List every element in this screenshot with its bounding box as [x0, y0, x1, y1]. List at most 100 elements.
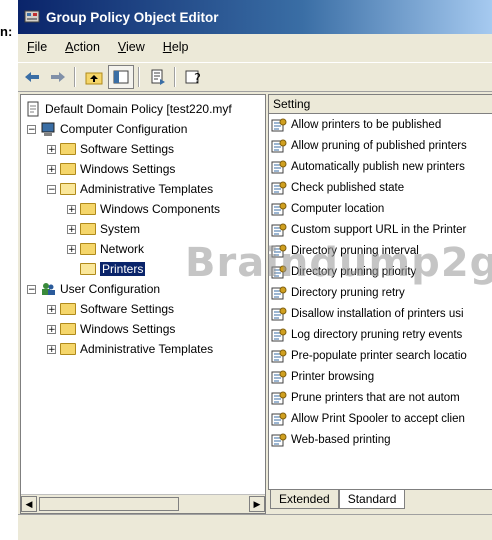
expand-icon[interactable]: +	[47, 324, 56, 334]
setting-label: Computer location	[291, 202, 385, 215]
gpo-app-icon	[24, 8, 40, 27]
setting-label: Allow printers to be published	[291, 118, 442, 131]
list-item[interactable]: Log directory pruning retry events	[269, 324, 492, 345]
folder-icon	[60, 343, 76, 355]
console-tree[interactable]: Default Domain Policy [test220.myf − Com…	[20, 94, 266, 514]
tree-item-cc-windows-settings[interactable]: + Windows Settings	[47, 159, 175, 179]
expand-icon[interactable]: +	[47, 144, 56, 154]
tree-label: Software Settings	[80, 142, 175, 156]
policy-setting-icon	[271, 160, 287, 173]
folder-icon	[80, 223, 96, 235]
folder-icon	[80, 243, 96, 255]
folder-icon	[60, 303, 76, 315]
forward-button[interactable]	[46, 66, 70, 88]
settings-list[interactable]: Setting Allow printers to be published Al…	[268, 94, 492, 490]
help-button[interactable]: ?	[182, 66, 206, 88]
menu-action[interactable]: Action	[56, 40, 109, 54]
policy-setting-icon	[271, 433, 287, 446]
export-list-icon	[151, 69, 165, 85]
tree-item-uc-administrative-templates[interactable]: + Administrative Templates	[47, 339, 213, 359]
tree-item-user-configuration[interactable]: − User Configuration	[27, 279, 160, 299]
expand-icon[interactable]: +	[67, 204, 76, 214]
tree-item-system[interactable]: + System	[67, 219, 140, 239]
tree-label: Default Domain Policy [test220.myf	[45, 102, 232, 116]
menu-file[interactable]: File	[18, 40, 56, 54]
expand-icon[interactable]: +	[67, 244, 76, 254]
tree-item-cc-software-settings[interactable]: + Software Settings	[47, 139, 174, 159]
collapse-icon[interactable]: −	[27, 124, 36, 134]
collapse-icon[interactable]: −	[47, 184, 56, 194]
tree-horizontal-scrollbar[interactable]: ◀ ▶	[21, 494, 265, 513]
users-icon	[42, 283, 55, 295]
list-item[interactable]: Directory pruning retry	[269, 282, 492, 303]
list-item[interactable]: Allow Print Spooler to accept clien	[269, 408, 492, 429]
scroll-thumb[interactable]	[39, 497, 179, 511]
list-item[interactable]: Computer location	[269, 198, 492, 219]
list-item[interactable]: Pre-populate printer search locatio	[269, 345, 492, 366]
forward-icon	[51, 72, 65, 82]
tree-item-computer-configuration[interactable]: − Computer Configuration	[27, 119, 187, 139]
list-item[interactable]: Disallow installation of printers usi	[269, 303, 492, 324]
svg-text:?: ?	[194, 72, 201, 85]
list-item[interactable]: Prune printers that are not autom	[269, 387, 492, 408]
menu-bar: File Action View Help	[18, 34, 492, 60]
policy-setting-icon	[271, 328, 287, 341]
expand-icon[interactable]: +	[47, 344, 56, 354]
tree-item-root[interactable]: Default Domain Policy [test220.myf	[25, 99, 232, 119]
policy-setting-icon	[271, 391, 287, 404]
list-item[interactable]: Automatically publish new printers	[269, 156, 492, 177]
menu-help[interactable]: Help	[154, 40, 198, 54]
show-hide-tree-icon	[113, 70, 129, 84]
tree-item-network[interactable]: + Network	[67, 239, 144, 259]
tree-item-printers[interactable]: Printers	[80, 259, 146, 279]
tree-item-windows-components[interactable]: + Windows Components	[67, 199, 220, 219]
computer-icon	[41, 122, 55, 136]
stray-caption-text: n:	[0, 24, 13, 39]
setting-label: Allow pruning of published printers	[291, 139, 467, 152]
export-list-button[interactable]	[146, 66, 170, 88]
tree-item-cc-administrative-templates[interactable]: − Administrative Templates	[47, 179, 213, 199]
back-icon	[25, 72, 39, 82]
show-hide-tree-button[interactable]	[108, 65, 134, 89]
list-item[interactable]: Web-based printing	[269, 429, 492, 450]
policy-setting-icon	[271, 307, 287, 320]
list-item[interactable]: Directory pruning priority	[269, 261, 492, 282]
setting-label: Automatically publish new printers	[291, 160, 465, 173]
menu-label-rest: iew	[126, 40, 145, 54]
list-item[interactable]: Directory pruning interval	[269, 240, 492, 261]
list-item[interactable]: Allow pruning of published printers	[269, 135, 492, 156]
column-header-setting[interactable]: Setting	[269, 95, 492, 114]
tree-label: Windows Settings	[80, 162, 176, 176]
tree-label: Administrative Templates	[80, 182, 214, 196]
menu-label-rest: elp	[171, 40, 189, 54]
tab-standard[interactable]: Standard	[338, 490, 406, 509]
policy-setting-icon	[271, 265, 287, 278]
list-item[interactable]: Custom support URL in the Printer	[269, 219, 492, 240]
back-button[interactable]	[20, 66, 44, 88]
help-icon: ?	[185, 70, 201, 85]
expand-icon[interactable]: +	[67, 224, 76, 234]
folder-icon	[80, 203, 96, 215]
menu-accelerator: F	[27, 40, 35, 54]
tab-extended[interactable]: Extended	[270, 490, 339, 509]
policy-setting-icon	[271, 118, 287, 131]
collapse-icon[interactable]: −	[27, 284, 36, 294]
expand-icon[interactable]: +	[47, 164, 56, 174]
list-item[interactable]: Allow printers to be published	[269, 114, 492, 135]
scroll-right-button[interactable]: ▶	[249, 496, 265, 512]
title-bar[interactable]: Group Policy Object Editor	[18, 0, 492, 34]
up-one-level-button[interactable]	[82, 66, 106, 88]
setting-label: Check published state	[291, 181, 405, 194]
gpo-scroll-icon	[27, 101, 39, 117]
policy-setting-icon	[271, 370, 287, 383]
folder-icon	[60, 323, 76, 335]
setting-label: Web-based printing	[291, 433, 391, 446]
menu-label-rest: ile	[34, 40, 48, 54]
expand-icon[interactable]: +	[47, 304, 56, 314]
tree-item-uc-windows-settings[interactable]: + Windows Settings	[47, 319, 175, 339]
list-item[interactable]: Printer browsing	[269, 366, 492, 387]
menu-view[interactable]: View	[109, 40, 154, 54]
scroll-left-button[interactable]: ◀	[21, 496, 37, 512]
tree-item-uc-software-settings[interactable]: + Software Settings	[47, 299, 174, 319]
list-item[interactable]: Check published state	[269, 177, 492, 198]
